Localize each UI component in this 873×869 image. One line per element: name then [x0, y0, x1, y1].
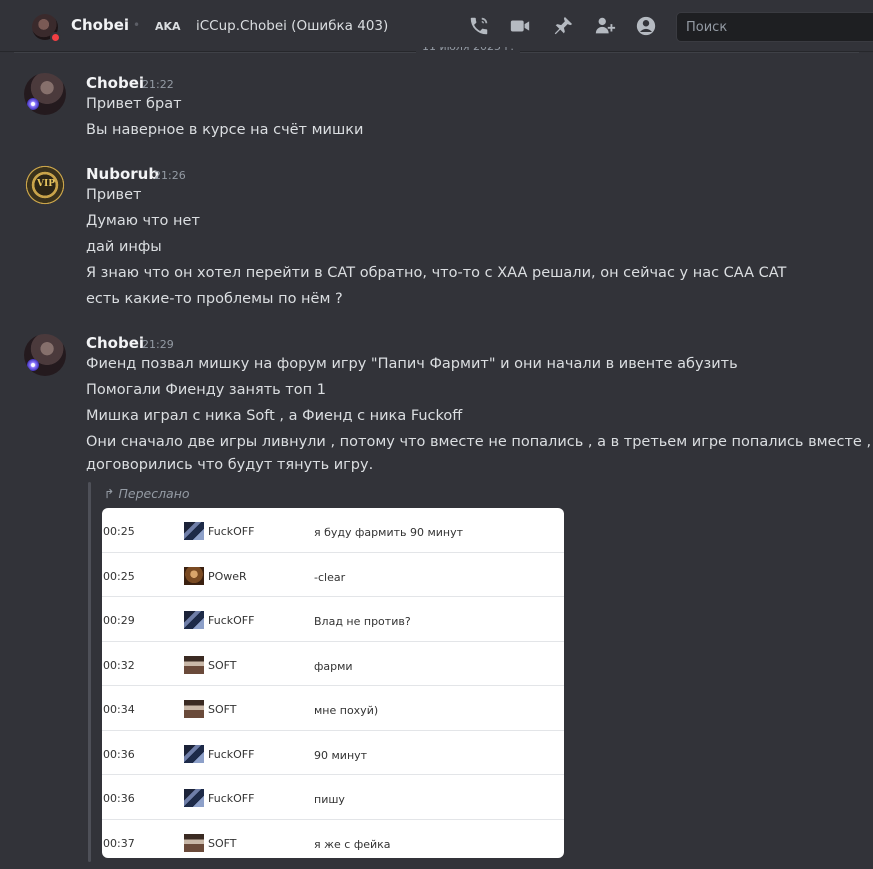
header-separator: •	[133, 18, 141, 32]
vip-avatar-text: VIP	[37, 179, 55, 189]
fuckoff-hero-icon	[184, 789, 204, 807]
chat-log-time: 00:36	[103, 792, 135, 805]
chat-log-player: FuckOFF	[208, 525, 255, 538]
power-hero-icon	[184, 566, 204, 585]
message-author[interactable]: Chobei	[86, 334, 144, 352]
add-member-icon[interactable]	[594, 15, 616, 37]
message-text: Фиенд позвал мишку на форум игру "Папич …	[86, 356, 738, 372]
message-timestamp[interactable]: 21:29	[142, 338, 174, 351]
chat-log-row: 00:37 SOFT я же с фейка	[102, 820, 564, 859]
chat-log-message: мне похуй)	[314, 704, 379, 717]
phone-call-icon[interactable]	[468, 15, 490, 37]
chat-log-message: я буду фармить 90 минут	[314, 526, 464, 539]
chat-log-message: пишу	[314, 793, 345, 806]
channel-name[interactable]: Chobei	[71, 16, 129, 34]
message-text: Вы наверное в курсе на счёт мишки	[86, 122, 364, 138]
user-avatar[interactable]: VIP	[24, 164, 66, 206]
fuckoff-hero-icon	[184, 744, 204, 763]
message-timestamp[interactable]: 21:26	[154, 169, 186, 182]
forwarded-label: ↱ Переслано	[104, 486, 190, 501]
status-indicator-icon	[50, 32, 61, 43]
chat-log-row: 00:32 SOFT фарми	[102, 642, 564, 686]
message-text: Мишка играл с ника Soft , а Фиенд с ника…	[86, 408, 463, 424]
message-text: Помогали Фиенду занять топ 1	[86, 382, 326, 398]
message-text: дай инфы	[86, 239, 162, 255]
chat-log-message: я же с фейка	[314, 837, 391, 851]
avatar-glow	[27, 359, 39, 371]
chat-log-time: 00:25	[103, 569, 135, 583]
forward-arrow-icon: ↱	[104, 486, 115, 501]
message-text: Привет брат	[86, 96, 182, 112]
message-author[interactable]: Chobei	[86, 74, 144, 92]
chat-log-row: 00:25 FuckOFF я буду фармить 90 минут	[102, 508, 564, 553]
user-nickname[interactable]: iCCup.Chobei (Ошибка 403)	[196, 18, 388, 34]
chat-log-time: 00:32	[103, 658, 135, 672]
chat-log-player: FuckOFF	[208, 747, 255, 761]
aka-label[interactable]: AKA	[155, 20, 181, 33]
user-avatar[interactable]	[24, 73, 66, 115]
chat-log-time: 00:36	[103, 747, 135, 761]
video-icon[interactable]	[509, 15, 531, 37]
message-author[interactable]: Nuborub	[86, 165, 159, 183]
message-text: Думаю что нет	[86, 213, 200, 229]
chat-log-player: FuckOFF	[208, 614, 255, 627]
search-placeholder: Поиск	[686, 20, 728, 35]
profile-icon[interactable]	[635, 15, 657, 37]
fuckoff-hero-icon	[184, 611, 204, 629]
chat-log-message: фарми	[314, 659, 353, 673]
message-timestamp[interactable]: 21:22	[142, 78, 174, 91]
chat-log-message: -clear	[314, 570, 346, 584]
forward-bar	[88, 482, 91, 862]
search-input[interactable]: Поиск	[676, 12, 873, 42]
forwarded-label-text: Переслано	[118, 486, 190, 501]
chat-log-message: 90 минут	[314, 748, 368, 762]
forwarded-image[interactable]: 00:25 FuckOFF я буду фармить 90 минут 00:25…	[102, 508, 564, 858]
channel-header: Chobei • AKA iCCup.Chobei (Ошибка 403) П…	[0, 0, 873, 52]
header-avatar[interactable]	[32, 14, 61, 43]
chat-log-time: 00:29	[103, 614, 135, 627]
chat-log-player: SOFT	[208, 658, 237, 672]
chat-log-row: 00:25 POweR -clear	[102, 553, 564, 597]
message-text: есть какие-то проблемы по нём ?	[86, 291, 343, 307]
chat-log-player: SOFT	[208, 836, 237, 850]
soft-hero-icon	[184, 700, 204, 718]
message-text: Я знаю что он хотел перейти в CAT обратн…	[86, 265, 787, 281]
chat-log-player: FuckOFF	[208, 792, 255, 805]
chat-log-player: SOFT	[208, 703, 237, 716]
chat-log-player: POweR	[208, 569, 247, 583]
chat-log-message: Влад не против?	[314, 615, 411, 628]
avatar-glow	[27, 98, 39, 110]
chat-log-time: 00:25	[103, 525, 135, 538]
chat-log-row: 00:36 FuckOFF пишу	[102, 775, 564, 820]
chat-log-row: 00:36 FuckOFF 90 минут	[102, 731, 564, 775]
soft-hero-icon	[184, 655, 204, 674]
date-divider: 11 июля 2025 г.	[416, 47, 520, 54]
fuckoff-hero-icon	[184, 522, 204, 540]
user-avatar[interactable]	[24, 334, 66, 376]
chat-log-time: 00:37	[103, 836, 135, 850]
chat-log-row: 00:29 FuckOFF Влад не против?	[102, 597, 564, 642]
message-text: Они сначало две игры ливнули , потому чт…	[86, 434, 872, 450]
pin-icon[interactable]	[552, 15, 574, 37]
chat-log-row: 00:34 SOFT мне похуй)	[102, 686, 564, 731]
message-text: договорились что будут тянуть игру.	[86, 457, 374, 473]
chat-log-time: 00:34	[103, 703, 135, 716]
soft-hero-icon	[184, 833, 204, 852]
message-text: Привет	[86, 187, 142, 203]
